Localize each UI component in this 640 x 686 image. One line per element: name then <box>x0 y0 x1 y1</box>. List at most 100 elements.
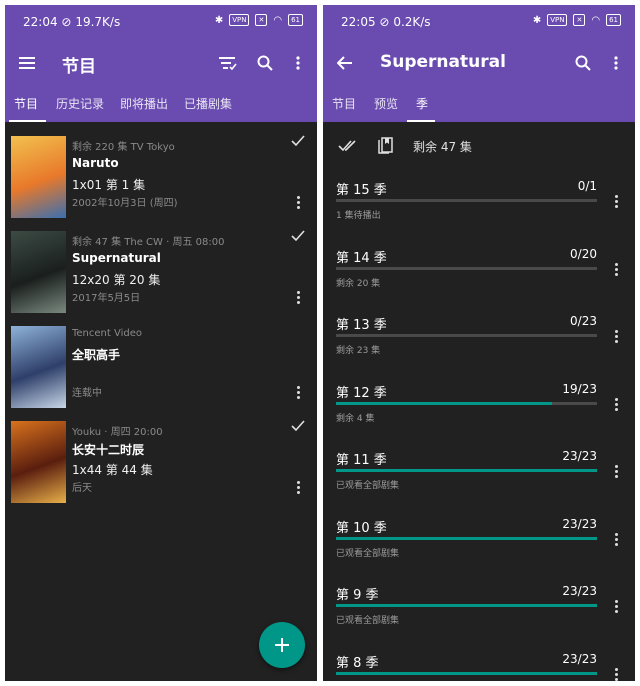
tab-bar: 节目 预览 季 <box>323 89 635 122</box>
wifi-icon: ◠ <box>273 14 283 26</box>
more-options-icon[interactable] <box>613 600 621 614</box>
more-options-icon[interactable] <box>613 532 621 547</box>
filter-icon[interactable] <box>214 49 242 77</box>
season-progress-bar <box>336 199 597 202</box>
show-meta: 剩余 220 集 TV Tokyo <box>72 142 175 153</box>
search-icon[interactable] <box>569 49 597 77</box>
tab-aired[interactable]: 已播剧集 <box>184 95 232 112</box>
more-options-icon[interactable] <box>613 465 621 479</box>
season-title: 第 8 季 <box>336 655 379 671</box>
season-progress-text: 23/23 <box>562 651 597 666</box>
season-title: 第 15 季 <box>336 183 387 198</box>
vpn-icon: VPN <box>229 14 250 26</box>
alarm-off-icon: ⊘ <box>61 15 72 29</box>
watched-check-icon[interactable] <box>291 229 305 243</box>
season-item[interactable]: 第 9 季 23/23 已观看全部剧集 <box>323 575 635 643</box>
network-speed: 19.7K/s <box>75 15 121 29</box>
overflow-menu-icon[interactable] <box>284 49 312 77</box>
search-icon[interactable] <box>251 49 279 77</box>
season-progress-bar <box>336 266 597 270</box>
season-status: 剩余 4 集 <box>336 413 375 424</box>
season-progress-bar <box>336 671 597 675</box>
air-date: 2002年10月3日 (周四) <box>72 198 178 209</box>
more-options-icon[interactable] <box>613 262 621 277</box>
more-options-icon[interactable] <box>613 195 621 209</box>
season-progress-text: 0/1 <box>577 179 597 193</box>
add-show-button[interactable] <box>259 622 305 668</box>
alarm-off-icon: ⊘ <box>379 15 390 29</box>
watched-check-icon[interactable] <box>291 134 305 148</box>
vpn-icon: VPN <box>547 14 568 26</box>
wifi-icon: ◠ <box>591 14 601 26</box>
show-item[interactable]: 剩余 220 集 TV Tokyo Naruto 1x01 第 1 集 2002年10… <box>5 126 317 221</box>
season-title: 第 9 季 <box>336 588 379 603</box>
more-options-icon[interactable] <box>295 481 303 495</box>
season-status: 已观看全部剧集 <box>336 616 400 626</box>
season-progress-bar <box>336 334 597 337</box>
season-progress-text: 23/23 <box>562 584 597 598</box>
season-title: 第 11 季 <box>336 453 387 468</box>
show-meta: Youku · 周四 20:00 <box>72 427 163 438</box>
season-title: 第 13 季 <box>336 318 387 333</box>
season-progress-text: 23/23 <box>562 516 597 531</box>
air-date: 后天 <box>72 483 92 494</box>
air-date: 连载中 <box>72 388 102 399</box>
mark-all-watched-icon[interactable] <box>338 139 358 153</box>
show-poster[interactable] <box>11 136 66 218</box>
season-item[interactable]: 第 10 季 23/23 已观看全部剧集 <box>323 508 635 576</box>
back-arrow-icon[interactable] <box>331 49 359 77</box>
air-date: 2017年5月5日 <box>72 293 141 304</box>
tab-seasons[interactable]: 季 <box>416 95 428 112</box>
season-item[interactable]: 第 14 季 0/20 剩余 20 集 <box>323 238 635 306</box>
season-item[interactable]: 第 13 季 0/23 剩余 23 集 <box>323 305 635 373</box>
show-meta: 剩余 47 集 The CW · 周五 08:00 <box>72 237 225 248</box>
tab-indicator <box>9 120 46 122</box>
more-options-icon[interactable] <box>613 330 621 344</box>
more-options-icon[interactable] <box>613 667 621 682</box>
overflow-menu-icon[interactable] <box>602 49 630 77</box>
season-item[interactable]: 第 8 季 23/23 <box>323 643 635 682</box>
remaining-episodes: 剩余 47 集 <box>413 140 472 154</box>
next-episode: 1x44 第 44 集 <box>72 463 153 477</box>
more-options-icon[interactable] <box>295 196 303 210</box>
status-bar: 22:04 ⊘ 19.7K/s ✱ VPN ✕ ◠ 61 <box>5 5 317 39</box>
status-time: 22:04 <box>23 15 58 29</box>
season-status: 剩余 20 集 <box>336 278 381 289</box>
show-poster[interactable] <box>11 326 66 408</box>
more-options-icon[interactable] <box>295 291 303 305</box>
more-options-icon[interactable] <box>613 397 621 412</box>
season-item[interactable]: 第 11 季 23/23 已观看全部剧集 <box>323 440 635 508</box>
network-speed: 0.2K/s <box>393 15 431 29</box>
status-bar: 22:05 ⊘ 0.2K/s ✱ VPN ✕ ◠ 61 <box>323 5 635 39</box>
shows-screen: 22:04 ⊘ 19.7K/s ✱ VPN ✕ ◠ 61 节目 节目 历史记录 … <box>5 5 317 681</box>
battery-icon: 61 <box>288 14 303 26</box>
season-item[interactable]: 第 15 季 0/1 1 集待播出 <box>323 170 635 238</box>
more-options-icon[interactable] <box>295 386 303 400</box>
show-title: 长安十二时辰 <box>72 443 145 457</box>
menu-icon[interactable] <box>13 49 41 77</box>
season-progress-text: 0/23 <box>570 314 597 328</box>
status-time: 22:05 <box>341 15 376 29</box>
show-poster[interactable] <box>11 231 66 313</box>
show-title: Naruto <box>72 156 119 170</box>
show-poster[interactable] <box>11 421 66 503</box>
season-status: 已观看全部剧集 <box>336 481 400 491</box>
season-title: 第 14 季 <box>336 250 387 266</box>
bluetooth-icon: ✱ <box>214 14 224 26</box>
season-progress-text: 19/23 <box>562 381 597 396</box>
collection-icon[interactable] <box>378 137 394 154</box>
show-item[interactable]: Tencent Video 全职高手 连载中 <box>5 316 317 411</box>
tab-show[interactable]: 节目 <box>332 95 356 112</box>
show-item[interactable]: 剩余 47 集 The CW · 周五 08:00 Supernatural 12x… <box>5 221 317 316</box>
tab-upcoming[interactable]: 即将播出 <box>120 95 168 112</box>
season-item[interactable]: 第 12 季 19/23 剩余 4 集 <box>323 373 635 441</box>
season-progress-bar <box>336 401 597 405</box>
watched-check-icon[interactable] <box>291 419 305 433</box>
show-item[interactable]: Youku · 周四 20:00 长安十二时辰 1x44 第 44 集后天 <box>5 411 317 506</box>
app-bar: Supernatural <box>323 39 635 89</box>
next-episode: 1x01 第 1 集 <box>72 178 146 192</box>
tab-overview[interactable]: 预览 <box>374 95 398 112</box>
season-title: 第 12 季 <box>336 385 387 401</box>
tab-history[interactable]: 历史记录 <box>56 95 104 112</box>
tab-shows[interactable]: 节目 <box>14 95 38 112</box>
